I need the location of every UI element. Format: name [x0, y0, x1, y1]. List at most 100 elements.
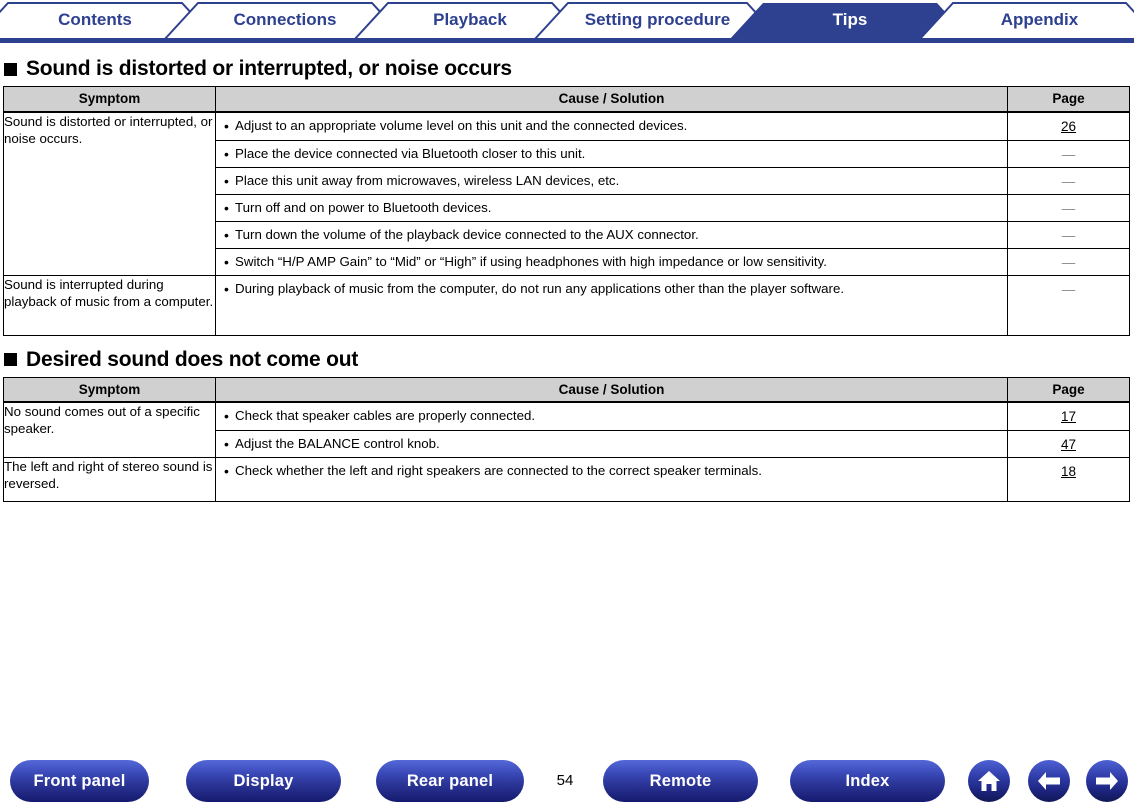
symptom-cell: The left and right of stereo sound is re…	[3, 457, 216, 502]
tab-baseline	[0, 38, 1134, 43]
page-none-dash: —	[1061, 146, 1076, 162]
column-header-cause: Cause / Solution	[215, 376, 1008, 403]
page-reference-cell: 17 47	[1007, 401, 1130, 458]
page-none-dash: —	[1061, 200, 1076, 216]
solution-text: Place this unit away from microwaves, wi…	[235, 172, 620, 188]
column-header-page: Page	[1007, 376, 1130, 403]
section-heading: Desired sound does not come out	[4, 348, 1134, 372]
cause-solution-cell: • Check that speaker cables are properly …	[215, 401, 1008, 458]
page-row: —	[1008, 276, 1129, 303]
table-row: The left and right of stereo sound is re…	[3, 457, 1130, 502]
column-header-symptom: Symptom	[3, 86, 216, 113]
solution-bullet-item: • Turn off and on power to Bluetooth devi…	[216, 193, 1007, 221]
page-link[interactable]: 26	[1061, 119, 1076, 134]
page-row: 17	[1008, 403, 1129, 430]
page-none-dash: —	[1061, 173, 1076, 189]
home-icon	[976, 768, 1002, 794]
page-reference-cell: 18	[1007, 457, 1130, 502]
arrow-left-icon	[1035, 769, 1063, 793]
bullet-dot-icon: •	[224, 145, 229, 162]
footer-home-button[interactable]	[968, 760, 1010, 802]
bullet-dot-icon: •	[224, 226, 229, 243]
page-row: —	[1008, 139, 1129, 167]
document-body: Sound is distorted or interrupted, or no…	[0, 57, 1134, 502]
bullet-dot-icon: •	[224, 253, 229, 270]
page-reference-cell: —	[1007, 274, 1130, 336]
tab-bar: Contents Connections Playback Setting proce…	[0, 0, 1134, 45]
solution-bullet-item: • Adjust the BALANCE control knob.	[216, 430, 1007, 457]
table-row: Sound is interrupted during playback of …	[3, 274, 1130, 336]
solution-text: Adjust the BALANCE control knob.	[235, 436, 440, 451]
page-row: 18	[1008, 458, 1129, 485]
bullet-dot-icon: •	[224, 408, 229, 424]
bullet-dot-icon: •	[224, 436, 229, 452]
solution-text: Turn off and on power to Bluetooth devic…	[235, 199, 492, 215]
footer-button-rear-panel[interactable]: Rear panel	[376, 760, 524, 802]
page-row: —	[1008, 220, 1129, 248]
solution-text: Switch “H/P AMP Gain” to “Mid” or “High”…	[235, 253, 827, 269]
solution-text: Place the device connected via Bluetooth…	[235, 145, 586, 161]
bullet-dot-icon: •	[224, 199, 229, 216]
symptom-cell: No sound comes out of a specific speaker…	[3, 401, 216, 458]
solution-bullet-item: • Adjust to an appropriate volume level o…	[216, 113, 1007, 140]
solution-bullet-item: • Check that speaker cables are properly …	[216, 403, 1007, 430]
tab-bar-shapes	[0, 1, 1134, 43]
arrow-right-icon	[1093, 769, 1121, 793]
page-none-dash: —	[1061, 281, 1076, 297]
page-link[interactable]: 47	[1061, 437, 1076, 452]
page-number: 54	[556, 772, 574, 789]
page-none-dash: —	[1061, 254, 1076, 270]
table-header-row: Symptom Cause / Solution Page	[3, 86, 1130, 113]
page-row: 26	[1008, 113, 1129, 140]
solution-text: Adjust to an appropriate volume level on…	[235, 117, 688, 133]
footer-arrow-left-button[interactable]	[1028, 760, 1070, 802]
footer-button-remote[interactable]: Remote	[603, 760, 758, 802]
symptom-cell: Sound is interrupted during playback of …	[3, 274, 216, 336]
troubleshooting-table: Symptom Cause / Solution Page Sound is dist…	[3, 86, 1130, 336]
solution-text: Check whether the left and right speaker…	[235, 463, 762, 478]
column-header-page: Page	[1007, 86, 1130, 113]
solution-bullet-item: • Turn down the volume of the playback de…	[216, 220, 1007, 248]
solution-bullet-item: • Place this unit away from microwaves, w…	[216, 166, 1007, 194]
footer-button-index[interactable]: Index	[790, 760, 945, 802]
cause-solution-cell: • Adjust to an appropriate volume level o…	[215, 111, 1008, 276]
page-reference-cell: 26 — — — — —	[1007, 111, 1130, 276]
page-none-dash: —	[1061, 227, 1076, 243]
solution-bullet-item: • During playback of music from the compu…	[216, 276, 1007, 303]
bullet-dot-icon: •	[224, 280, 229, 297]
square-bullet-icon	[4, 353, 17, 366]
column-header-cause: Cause / Solution	[215, 86, 1008, 113]
page-row: —	[1008, 166, 1129, 194]
footer-button-display[interactable]: Display	[186, 760, 341, 802]
bullet-dot-icon: •	[224, 172, 229, 189]
page-link[interactable]: 17	[1061, 409, 1076, 424]
table-row: No sound comes out of a specific speaker…	[3, 401, 1130, 458]
table-row: Sound is distorted or interrupted, or no…	[3, 111, 1130, 276]
square-bullet-icon	[4, 62, 17, 76]
tab-shape-appendix[interactable]	[916, 1, 1134, 41]
page-row: —	[1008, 193, 1129, 221]
footer-arrow-right-button[interactable]	[1086, 760, 1128, 802]
solution-text: Turn down the volume of the playback dev…	[235, 226, 699, 242]
bullet-dot-icon: •	[224, 463, 229, 479]
footer-button-front-panel[interactable]: Front panel	[10, 760, 149, 802]
solution-bullet-item: • Check whether the left and right speake…	[216, 458, 1007, 485]
page-link[interactable]: 18	[1061, 464, 1076, 479]
page-row: —	[1008, 247, 1129, 275]
solution-bullet-item: • Switch “H/P AMP Gain” to “Mid” or “High…	[216, 247, 1007, 275]
page-row: 47	[1008, 430, 1129, 457]
bullet-dot-icon: •	[224, 117, 229, 134]
solution-text: During playback of music from the comput…	[235, 280, 845, 296]
table-header-row: Symptom Cause / Solution Page	[3, 376, 1130, 403]
section-heading-text: Sound is distorted or interrupted, or no…	[26, 57, 512, 80]
troubleshooting-table: Symptom Cause / Solution Page No sound come…	[3, 376, 1130, 502]
cause-solution-cell: • Check whether the left and right speake…	[215, 457, 1008, 502]
symptom-cell: Sound is distorted or interrupted, or no…	[3, 111, 216, 276]
column-header-symptom: Symptom	[3, 376, 216, 403]
section-heading-text: Desired sound does not come out	[26, 347, 359, 371]
solution-bullet-item: • Place the device connected via Bluetoot…	[216, 139, 1007, 167]
solution-text: Check that speaker cables are properly c…	[235, 408, 536, 423]
cause-solution-cell: • During playback of music from the compu…	[215, 274, 1008, 336]
section-heading: Sound is distorted or interrupted, or no…	[4, 57, 1134, 81]
footer-nav: Front panel Display Rear panel Remote Index 5…	[0, 755, 1134, 807]
